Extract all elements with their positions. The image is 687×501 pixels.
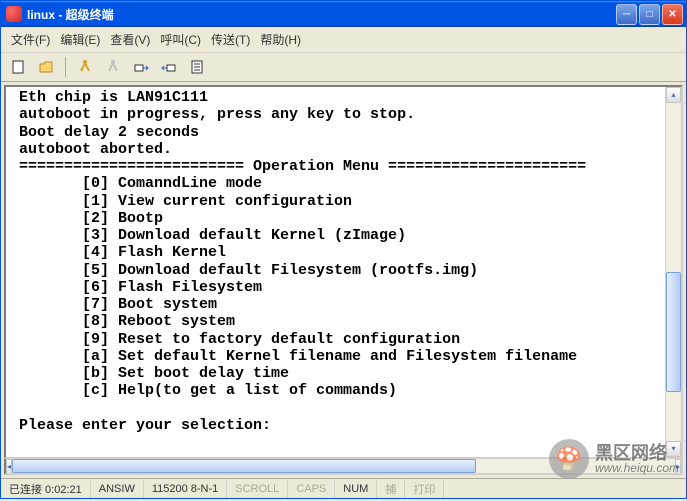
statusbar: 已连接 0:02:21 ANSIW 115200 8-N-1 SCROLL CA… bbox=[1, 478, 686, 498]
hscroll-track[interactable] bbox=[12, 459, 675, 473]
new-button[interactable] bbox=[7, 56, 29, 78]
horizontal-scrollbar[interactable]: ◂ ▸ bbox=[4, 459, 683, 475]
scroll-up-button[interactable]: ▴ bbox=[666, 87, 681, 103]
titlebar: linux - 超级终端 ─ □ ✕ bbox=[1, 1, 686, 27]
properties-button[interactable] bbox=[186, 56, 208, 78]
menu-edit[interactable]: 编辑(E) bbox=[56, 29, 104, 50]
vertical-scrollbar[interactable]: ▴ ▾ bbox=[665, 87, 681, 457]
terminal-output[interactable]: Eth chip is LAN91C111 autoboot in progre… bbox=[6, 87, 665, 457]
menu-call[interactable]: 呼叫(C) bbox=[156, 29, 205, 50]
menu-transfer[interactable]: 传送(T) bbox=[207, 29, 254, 50]
status-baud: 115200 8-N-1 bbox=[144, 479, 227, 498]
close-button[interactable]: ✕ bbox=[662, 4, 683, 25]
app-icon bbox=[6, 6, 22, 22]
open-button[interactable] bbox=[35, 56, 57, 78]
window-title: linux - 超级终端 bbox=[27, 6, 616, 23]
status-connected: 已连接 0:02:21 bbox=[1, 479, 91, 498]
menu-view[interactable]: 查看(V) bbox=[106, 29, 154, 50]
status-num: NUM bbox=[335, 479, 377, 498]
send-button[interactable] bbox=[130, 56, 152, 78]
minimize-button[interactable]: ─ bbox=[616, 4, 637, 25]
status-terminal-type: ANSIW bbox=[91, 479, 144, 498]
status-caps: CAPS bbox=[288, 479, 335, 498]
connect-button[interactable] bbox=[74, 56, 96, 78]
menubar: 文件(F) 编辑(E) 查看(V) 呼叫(C) 传送(T) 帮助(H) bbox=[1, 27, 686, 53]
status-print: 打印 bbox=[405, 479, 444, 498]
maximize-button[interactable]: □ bbox=[639, 4, 660, 25]
disconnect-button[interactable] bbox=[102, 56, 124, 78]
toolbar-separator bbox=[65, 57, 66, 77]
menu-help[interactable]: 帮助(H) bbox=[256, 29, 305, 50]
scroll-down-button[interactable]: ▾ bbox=[666, 441, 681, 457]
hscroll-thumb[interactable] bbox=[12, 459, 476, 473]
menu-file[interactable]: 文件(F) bbox=[7, 29, 54, 50]
toolbar bbox=[1, 53, 686, 82]
scroll-track[interactable] bbox=[666, 103, 681, 441]
receive-button[interactable] bbox=[158, 56, 180, 78]
scroll-right-button[interactable]: ▸ bbox=[675, 459, 681, 475]
status-capture: 捕 bbox=[377, 479, 405, 498]
scroll-thumb[interactable] bbox=[666, 272, 681, 392]
status-scroll: SCROLL bbox=[227, 479, 288, 498]
